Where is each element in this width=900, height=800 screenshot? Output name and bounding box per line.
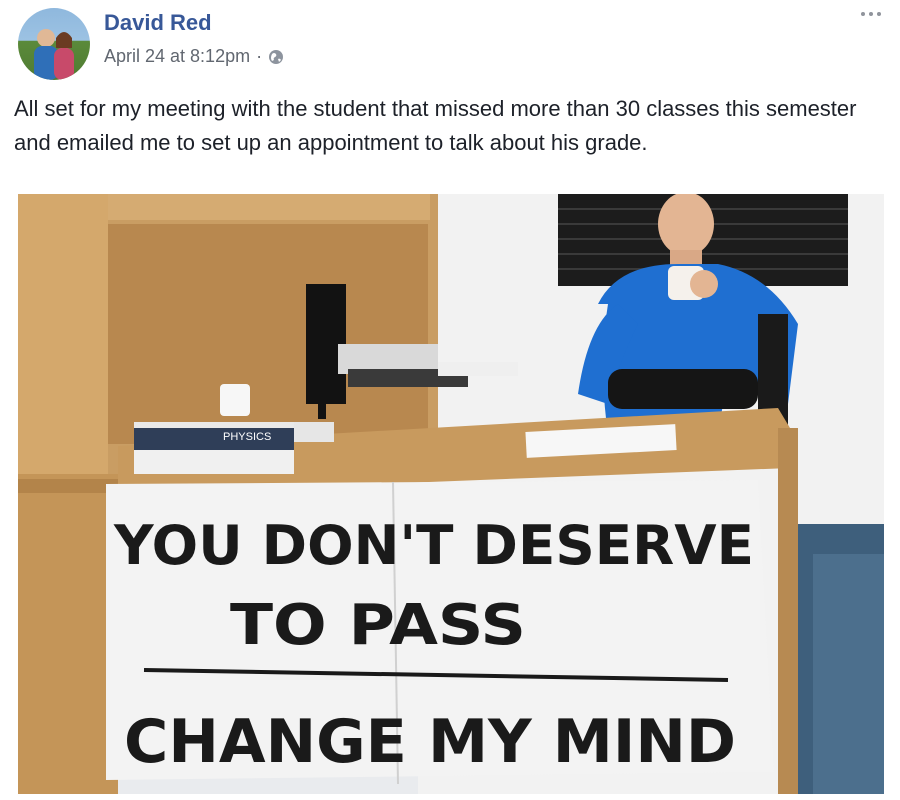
avatar[interactable] [18,8,90,80]
post-text: All set for my meeting with the student … [14,96,857,155]
post-header: David Red April 24 at 8:12pm · [14,4,886,80]
globe-icon[interactable] [268,49,284,65]
sign-line-2: TO PASS [230,593,526,658]
protest-sign: YOU DON'T DESERVE TO PASS CHANGE MY MIND [106,480,774,785]
author-name[interactable]: David Red [104,10,212,36]
meta-separator: · [256,46,263,66]
sign-line-1: YOU DON'T DESERVE [113,514,754,577]
sign-line-3: CHANGE MY MIND [124,707,736,777]
book-label: PHYSICS [223,431,271,443]
post-meta: April 24 at 8:12pm · [104,46,284,67]
post-photo[interactable]: PHYSICS YOU DON'T DESERVE TO PASS CHANGE… [18,194,884,794]
more-options-icon[interactable] [856,4,886,24]
post-timestamp[interactable]: April 24 at 8:12pm [104,46,250,67]
